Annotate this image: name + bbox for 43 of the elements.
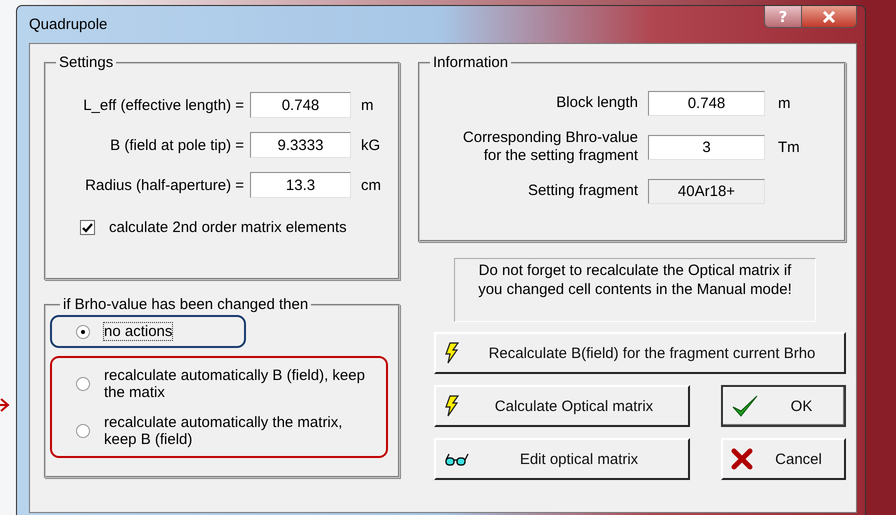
close-button[interactable] [802,6,857,28]
radio-button[interactable] [76,424,90,438]
unit-label: cm [361,176,381,194]
window-title: Quadrupole [29,16,108,33]
action-button[interactable]: Recalculate B(field) for the fragment current Brho [434,332,846,374]
radio-label: recalculate automatically the matrix, keep B (field) [103,412,344,448]
input-field[interactable]: 0.748 [648,90,765,116]
radio-label: no actions [103,322,174,341]
unit-label: m [361,96,374,114]
field-label: L_eff (effective length) = [82,96,245,114]
field-label: Setting fragment [526,182,639,200]
input-field[interactable]: 0.748 [250,92,351,118]
action-button[interactable]: Edit optical matrix [434,438,690,480]
field-label: Block length [555,94,639,112]
note-text: Do not forget to recalculate the Optical matrix if you changed cell contents in the Manual mode! [454,258,816,322]
check-icon [731,394,759,418]
radio-button[interactable] [76,376,90,390]
group-title: if Brho-value has been changed then [62,296,310,313]
close-icon [822,10,836,22]
checkbox[interactable] [80,220,95,235]
lightning-icon [444,395,460,417]
unit-label: Tm [778,138,800,156]
group-title: Information [432,54,510,71]
action-button[interactable]: Calculate Optical matrix [434,385,690,427]
group-title: Settings [58,54,114,71]
input-field[interactable]: 9.3333 [250,132,351,158]
unit-label: kG [361,136,380,154]
input-field[interactable]: 13.3 [250,172,351,198]
radio-label: recalculate automatically B (field), keep the matix [103,366,366,402]
lightning-icon [444,342,460,364]
checkbox-label: calculate 2nd order matrix elements [109,219,347,236]
action-button[interactable]: OK [721,385,846,427]
input-field[interactable]: 40Ar18+ [648,178,765,204]
unit-label: m [778,94,790,112]
input-field[interactable]: 3 [648,134,765,160]
radio-button[interactable] [76,324,90,338]
cross-icon [731,448,753,470]
action-button[interactable]: Cancel [721,438,846,480]
check-icon [82,222,93,232]
field-label: B (field at pole tip) = [109,136,245,154]
glasses-icon [444,451,470,467]
field-label: Radius (half-aperture) = [84,176,245,194]
field-label: Corresponding Bhro-value for the setting fragment [462,129,639,165]
